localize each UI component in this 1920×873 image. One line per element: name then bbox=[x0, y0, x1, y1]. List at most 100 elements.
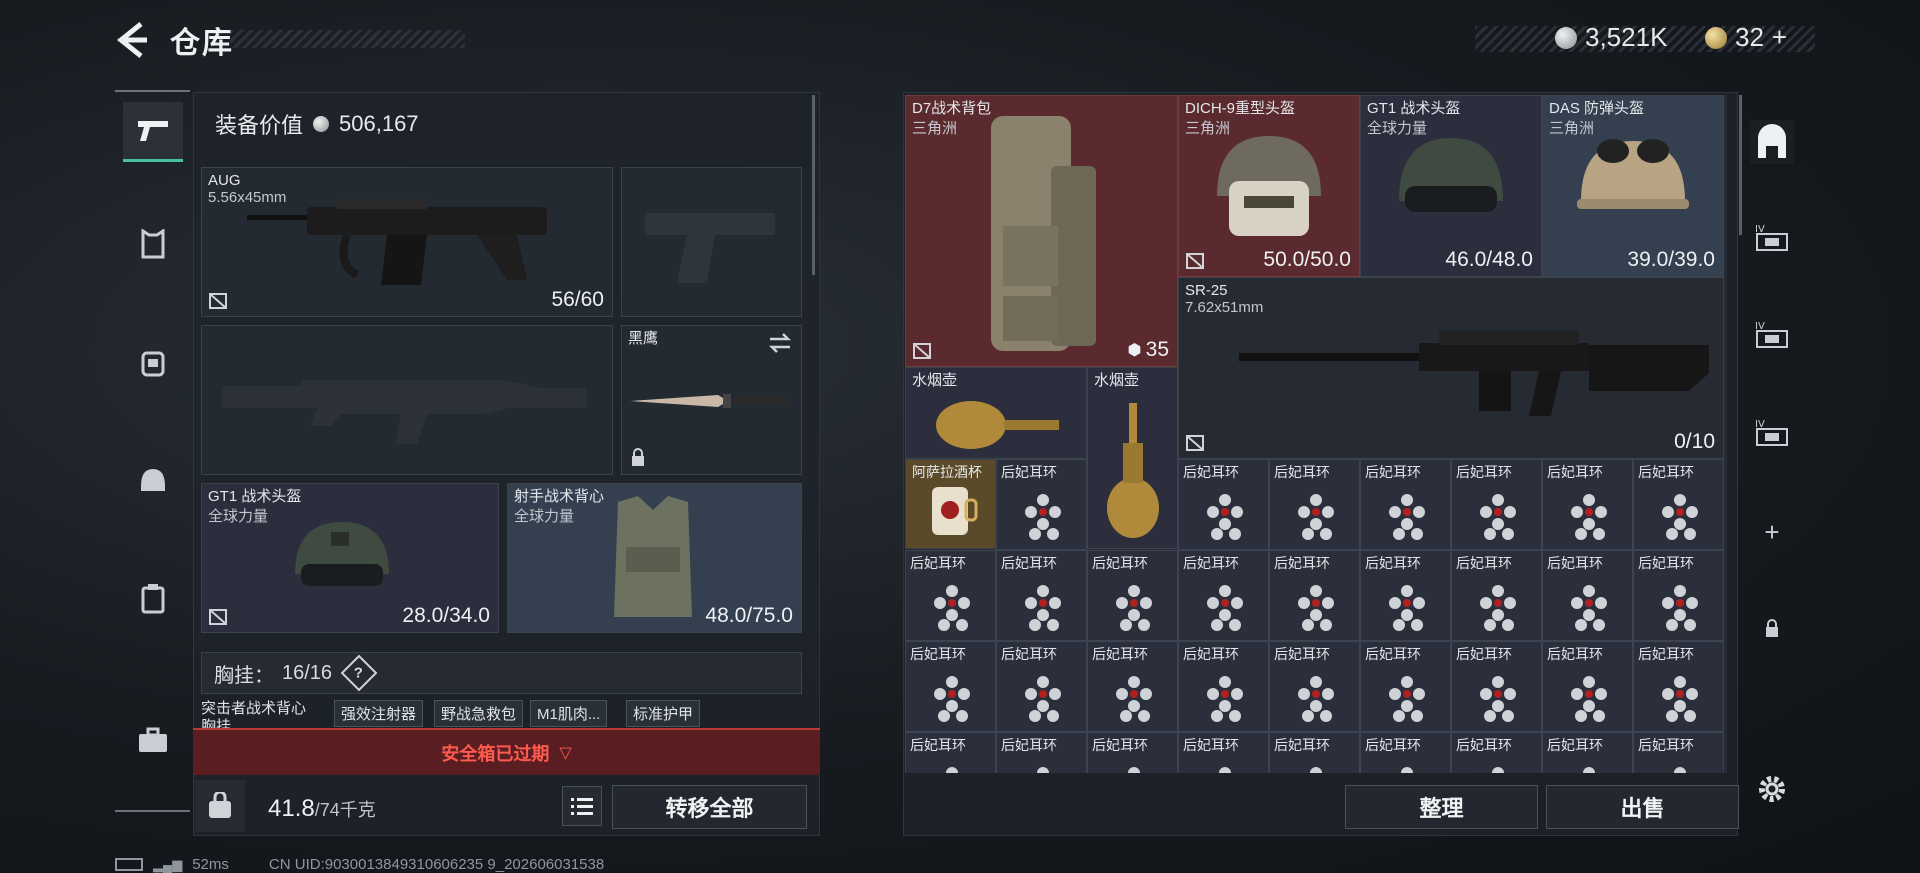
sr25-rifle-image bbox=[1239, 331, 1709, 416]
stash-tab-iv-2-icon[interactable]: IV bbox=[1750, 312, 1794, 356]
stash-item-earring[interactable]: 后妃耳环 bbox=[1178, 641, 1269, 732]
item-label: 后妃耳环 bbox=[1638, 464, 1694, 480]
loadout-scrollbar[interactable] bbox=[812, 95, 815, 275]
stash-item-earring[interactable]: 后妃耳环 bbox=[1360, 459, 1451, 550]
stash-item-earring[interactable]: 后妃耳环 bbox=[1269, 732, 1360, 773]
stash-item-earring[interactable]: 后妃耳环 bbox=[1633, 550, 1724, 641]
stash-item-earring[interactable]: 后妃耳环 bbox=[1178, 732, 1269, 773]
item-label: 后妃耳环 bbox=[1092, 737, 1148, 753]
rig-item-firstaid[interactable]: 野战急救包 bbox=[434, 700, 524, 727]
stash-item-earring[interactable]: 后妃耳环 bbox=[996, 459, 1087, 550]
stash-item-earring[interactable]: 后妃耳环 bbox=[1633, 732, 1724, 773]
category-sidebar bbox=[115, 90, 190, 812]
stash-item-earring[interactable]: 后妃耳环 bbox=[1451, 641, 1542, 732]
stash-item-dich9-helmet[interactable]: DICH-9重型头盔 三角洲 50.0/50.0 bbox=[1178, 95, 1360, 277]
stash-item-earring[interactable]: 后妃耳环 bbox=[905, 732, 996, 773]
add-stash-tab-icon[interactable]: + bbox=[1750, 510, 1794, 554]
weapon-category-icon[interactable] bbox=[122, 102, 183, 162]
stash-item-earring[interactable]: 后妃耳环 bbox=[996, 641, 1087, 732]
earring-image bbox=[1662, 676, 1698, 722]
stash-tab-iv-1-icon[interactable]: IV bbox=[1750, 215, 1794, 259]
safebox-expired-banner[interactable]: 安全箱已过期 ▽ bbox=[193, 728, 820, 775]
pistol-slot[interactable] bbox=[621, 167, 802, 317]
item-label: 后妃耳环 bbox=[910, 646, 966, 662]
briefcase-category-icon[interactable] bbox=[123, 710, 183, 770]
backpack-category-icon[interactable] bbox=[123, 332, 183, 392]
gold-currency[interactable]: 32 + bbox=[1705, 22, 1787, 53]
help-icon[interactable]: ? bbox=[340, 654, 378, 692]
stash-item-earring[interactable]: 后妃耳环 bbox=[1087, 550, 1178, 641]
stash-tab-iv-3-icon[interactable]: IV bbox=[1750, 410, 1794, 454]
stash-item-earring[interactable]: 后妃耳环 bbox=[1542, 641, 1633, 732]
page-title: 仓库 bbox=[170, 27, 234, 60]
silver-currency[interactable]: 3,521K bbox=[1555, 22, 1667, 53]
armor-category-icon[interactable] bbox=[123, 214, 183, 274]
stash-item-earring[interactable]: 后妃耳环 bbox=[1542, 459, 1633, 550]
earring-image bbox=[1298, 494, 1334, 540]
stash-item-earring[interactable]: 后妃耳环 bbox=[1451, 459, 1542, 550]
swap-icon[interactable] bbox=[767, 332, 793, 354]
stash-item-gt1-helmet[interactable]: GT1 战术头盔 全球力量 46.0/48.0 bbox=[1360, 95, 1542, 277]
earring-image bbox=[1571, 585, 1607, 631]
stash-item-earring[interactable]: 后妃耳环 bbox=[1178, 550, 1269, 641]
add-gold-icon[interactable]: + bbox=[1772, 22, 1787, 53]
stash-item-earring[interactable]: 后妃耳环 bbox=[1269, 459, 1360, 550]
transfer-all-button[interactable]: 转移全部 bbox=[612, 785, 807, 829]
stash-home-icon[interactable] bbox=[1750, 120, 1794, 164]
stash-item-hookah-tall[interactable]: 水烟壶 bbox=[1087, 367, 1178, 549]
stash-item-earring[interactable]: 后妃耳环 bbox=[1360, 641, 1451, 732]
stash-item-earring[interactable]: 后妃耳环 bbox=[1542, 550, 1633, 641]
stash-item-earring[interactable]: 后妃耳环 bbox=[1633, 459, 1724, 550]
stash-item-das-helmet[interactable]: DAS 防弹头盔 三角洲 39.0/39.0 bbox=[1542, 95, 1724, 277]
equipment-value: 装备价值 506,167 bbox=[215, 111, 419, 138]
item-label: 后妃耳环 bbox=[1547, 737, 1603, 753]
carry-weight: 41.8/74千克 bbox=[268, 795, 376, 822]
item-label: 后妃耳环 bbox=[1456, 555, 1512, 571]
sell-button[interactable]: 出售 bbox=[1546, 785, 1739, 829]
item-label: 后妃耳环 bbox=[1365, 464, 1421, 480]
stash-item-earring[interactable]: 后妃耳环 bbox=[1360, 732, 1451, 773]
item-label: 后妃耳环 bbox=[1274, 737, 1330, 753]
stash-item-earring[interactable]: 后妃耳环 bbox=[1269, 550, 1360, 641]
stash-item-earring[interactable]: 后妃耳环 bbox=[1633, 641, 1724, 732]
armor-slot[interactable]: 射手战术背心 全球力量 48.0/75.0 bbox=[507, 483, 802, 633]
chest-rig-bar[interactable]: 胸挂： 16/16 ? bbox=[201, 652, 802, 694]
melee-slot[interactable]: 黑鹰 bbox=[621, 325, 802, 475]
stash-item-earring[interactable]: 后妃耳环 bbox=[1087, 732, 1178, 773]
helmet-category-icon[interactable] bbox=[123, 450, 183, 510]
primary-weapon-slot[interactable]: AUG 5.56x45mm 56/60 bbox=[201, 167, 613, 317]
stash-item-hookah[interactable]: 水烟壶 bbox=[905, 367, 1087, 459]
settings-gear-icon[interactable] bbox=[1750, 767, 1794, 811]
earring-image bbox=[1025, 585, 1061, 631]
item-label: 后妃耳环 bbox=[1001, 464, 1057, 480]
item-label: 后妃耳环 bbox=[1092, 555, 1148, 571]
stash-item-earring[interactable]: 后妃耳环 bbox=[1360, 550, 1451, 641]
stash-item-backpack[interactable]: D7战术背包 三角洲 ⬢ 35 bbox=[905, 95, 1178, 367]
stash-item-earring[interactable]: 后妃耳环 bbox=[1269, 641, 1360, 732]
rig-item-injector[interactable]: 强效注射器 bbox=[334, 700, 424, 727]
not-insured-icon bbox=[209, 609, 227, 625]
list-view-icon[interactable] bbox=[562, 786, 602, 826]
stash-item-cup[interactable]: 阿萨拉酒杯 bbox=[905, 459, 996, 549]
earring-image bbox=[1571, 494, 1607, 540]
stash-item-earring[interactable]: 后妃耳环 bbox=[905, 550, 996, 641]
stash-item-sr25[interactable]: SR-25 7.62x51mm 0/10 bbox=[1178, 277, 1724, 459]
helmet-slot[interactable]: GT1 战术头盔 全球力量 28.0/34.0 bbox=[201, 483, 499, 633]
stash-scrollbar[interactable] bbox=[1739, 95, 1742, 235]
stash-item-earring[interactable]: 后妃耳环 bbox=[996, 732, 1087, 773]
consumable-category-icon[interactable] bbox=[123, 568, 183, 628]
back-arrow-icon[interactable] bbox=[115, 20, 151, 60]
earring-image bbox=[1116, 676, 1152, 722]
secondary-weapon-slot[interactable] bbox=[201, 325, 613, 475]
stash-item-earring[interactable]: 后妃耳环 bbox=[905, 641, 996, 732]
stash-item-earring[interactable]: 后妃耳环 bbox=[1451, 732, 1542, 773]
stash-item-earring[interactable]: 后妃耳环 bbox=[1542, 732, 1633, 773]
stash-item-earring[interactable]: 后妃耳环 bbox=[1451, 550, 1542, 641]
battery-icon bbox=[115, 858, 143, 871]
stash-item-earring[interactable]: 后妃耳环 bbox=[996, 550, 1087, 641]
stash-item-earring[interactable]: 后妃耳环 bbox=[1178, 459, 1269, 550]
rig-item-muscle[interactable]: M1肌肉... bbox=[530, 700, 608, 727]
rig-item-armor[interactable]: 标准护甲 bbox=[626, 700, 701, 727]
sort-button[interactable]: 整理 bbox=[1345, 785, 1538, 829]
stash-item-earring[interactable]: 后妃耳环 bbox=[1087, 641, 1178, 732]
